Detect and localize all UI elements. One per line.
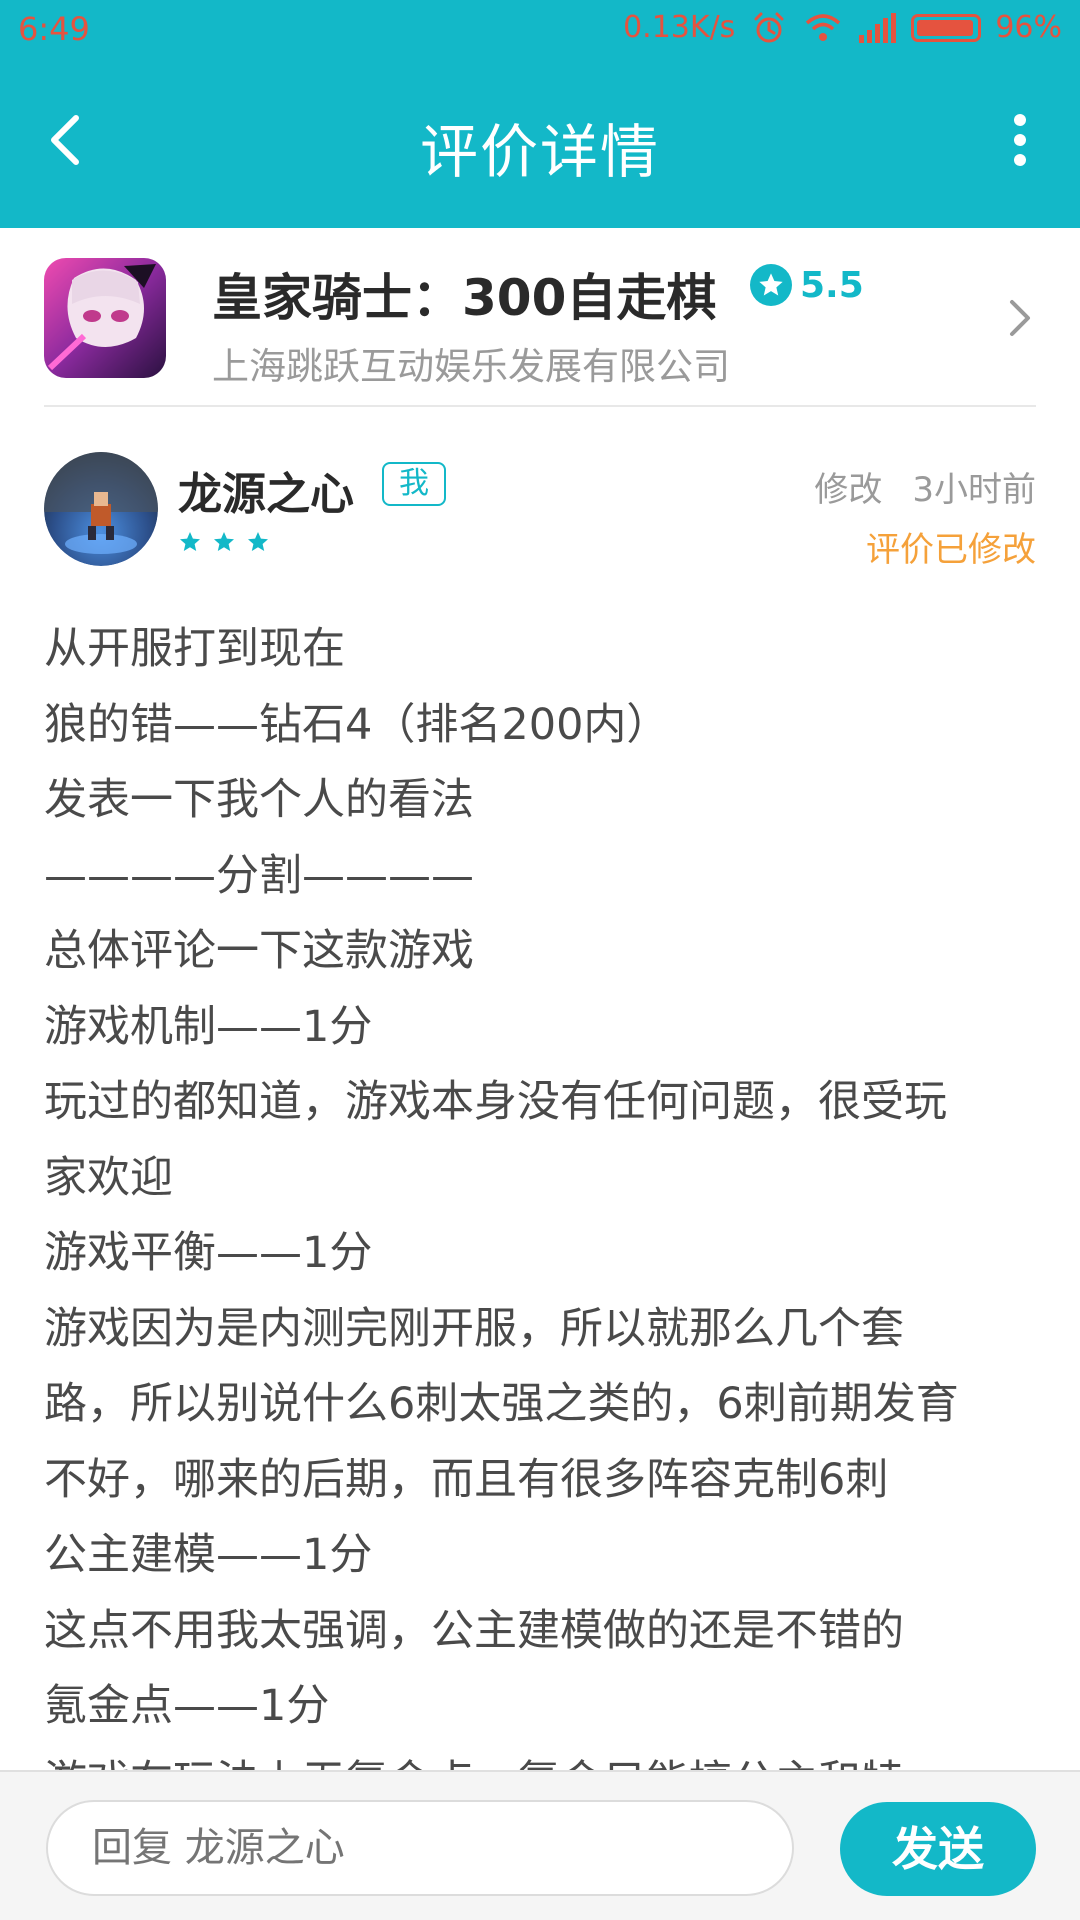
divider: [44, 405, 1036, 407]
me-badge: 我: [382, 462, 446, 506]
review-line: 发表一下我个人的看法: [44, 775, 474, 825]
review-body: 从开服打到现在 狼的错——钻石4（排名200内） 发表一下我个人的看法 ————…: [44, 612, 1044, 1820]
star-icon: [180, 532, 200, 551]
review-line: 从开服打到现在: [44, 624, 345, 674]
review-line: 氪金点——1分: [44, 1681, 330, 1731]
modified-tag: 评价已修改: [866, 530, 1036, 570]
review-line: 狼的错——钻石4（排名200内）: [44, 699, 670, 750]
send-button[interactable]: 发送: [840, 1802, 1036, 1896]
review-time: 3小时前: [912, 470, 1036, 510]
review-line: 路，所以别说什么6刺太强之类的，6刺前期发育: [44, 1379, 959, 1429]
star-icon: [248, 532, 268, 551]
review-line: 游戏因为是内测完刚开服，所以就那么几个套: [44, 1303, 904, 1354]
review-line: 玩过的都知道，游戏本身没有任何问题，很受玩: [44, 1077, 947, 1127]
battery-percent: 96%: [995, 10, 1062, 45]
review-line: 总体评论一下这款游戏: [44, 926, 474, 976]
battery-icon: [911, 13, 982, 42]
review-line: 游戏机制——1分: [44, 1001, 373, 1052]
reply-bar: 发送: [0, 1770, 1080, 1920]
review-meta: 修改 3小时前: [814, 462, 1036, 511]
reviewer-name: 龙源之心: [178, 469, 354, 520]
review-line: 不好，哪来的后期，而且有很多阵容克制6刺: [44, 1454, 889, 1505]
edit-link[interactable]: 修改: [814, 462, 882, 511]
avatar[interactable]: [44, 452, 158, 566]
more-options-button[interactable]: [1000, 110, 1040, 170]
review-line: ————分割————: [44, 850, 474, 901]
reply-input[interactable]: [46, 1800, 794, 1896]
review-line: 公主建模——1分: [44, 1530, 373, 1580]
status-time: 6:49: [18, 10, 90, 48]
status-right: 0.13K/s 96%: [623, 10, 1062, 45]
app-header: 评价详情: [0, 60, 1080, 228]
rating-stars: [178, 530, 270, 554]
screen: 6:49 0.13K/s 96% 评价详情 皇家骑士：300自走棋 5.5 上海…: [0, 0, 1080, 1920]
star-icon: [214, 532, 234, 551]
rating-value: 5.5: [800, 264, 864, 306]
review-line: 游戏平衡——1分: [44, 1228, 373, 1278]
game-company: 上海跳跃互动娱乐发展有限公司: [212, 345, 730, 388]
review-line: 这点不用我太强调，公主建模做的还是不错的: [44, 1605, 904, 1656]
chevron-right-icon: [1010, 300, 1030, 336]
review-line: 家欢迎: [44, 1152, 173, 1203]
game-icon: [44, 258, 166, 378]
network-speed: 0.13K/s: [623, 10, 736, 45]
rating-badge: 5.5: [750, 264, 864, 306]
signal-icon: [859, 12, 897, 43]
game-name: 皇家骑士：300自走棋: [212, 269, 717, 327]
page-title: 评价详情: [419, 118, 660, 186]
status-bar: 6:49 0.13K/s 96%: [0, 0, 1080, 60]
star-icon: [750, 264, 792, 306]
wifi-icon: [806, 13, 841, 41]
game-card[interactable]: 皇家骑士：300自走棋 5.5 上海跳跃互动娱乐发展有限公司: [0, 228, 1080, 408]
alarm-icon: [754, 12, 784, 42]
